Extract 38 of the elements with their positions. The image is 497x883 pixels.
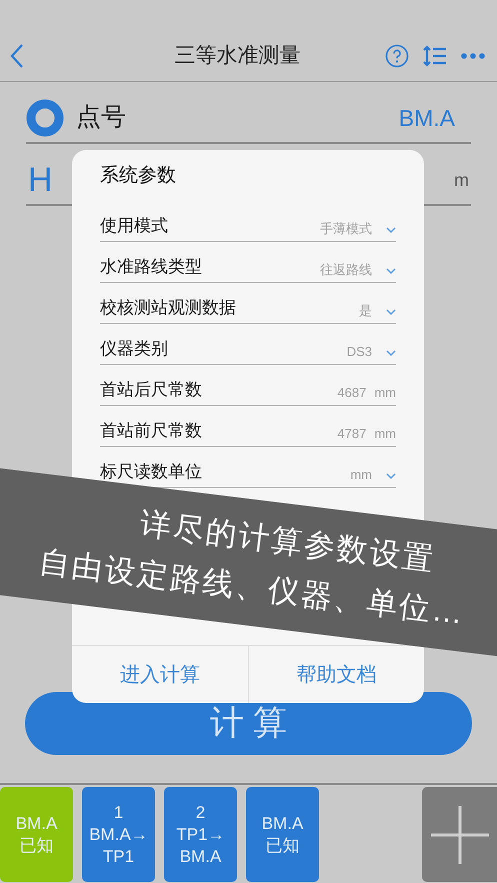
back-icon — [10, 42, 24, 68]
setting-label: 校核测站观测数据 — [100, 297, 236, 319]
setting-value[interactable]: 4787 — [337, 424, 366, 444]
setting-value[interactable]: DS3 — [346, 342, 372, 362]
setting-value[interactable]: 往返路线 — [320, 260, 372, 280]
dropdown-icon[interactable] — [386, 226, 396, 234]
plus-icon — [430, 806, 488, 864]
help-icon[interactable] — [385, 44, 409, 68]
setting-unit: mm — [374, 425, 396, 443]
sort-list-icon[interactable] — [423, 44, 447, 66]
setting-label: 标尺读数单位 — [100, 461, 202, 483]
setting-label: 使用模式 — [100, 215, 168, 237]
point-value[interactable]: BM.A — [398, 100, 455, 136]
setting-value[interactable]: 手薄模式 — [320, 219, 372, 238]
setting-label: 首站前尺常数 — [100, 420, 202, 442]
setting-unit: mm — [374, 384, 396, 402]
station-tile[interactable]: BM.A 已知 — [0, 787, 73, 882]
setting-value[interactable]: mm — [350, 465, 372, 484]
setting-label: 首站后尺常数 — [100, 379, 202, 401]
setting-value[interactable]: 4687 — [337, 383, 366, 402]
height-unit: m — [454, 168, 469, 192]
page-title: 三等水准测量 — [174, 42, 300, 69]
station-tile[interactable]: 1 BM.A→ TP1 — [82, 787, 155, 882]
more-icon[interactable] — [461, 52, 485, 58]
dropdown-icon[interactable] — [386, 350, 396, 356]
setting-value[interactable]: 是 — [359, 301, 372, 320]
station-tile[interactable]: 2 TP1→ BM.A — [164, 787, 237, 882]
dropdown-icon[interactable] — [386, 308, 396, 316]
station-tile[interactable]: BM.A 已知 — [246, 787, 319, 882]
dialog-title: 系统参数 — [100, 164, 176, 188]
setting-label: 水准路线类型 — [100, 256, 202, 278]
add-button[interactable] — [422, 787, 497, 882]
point-label: 点号 — [76, 102, 126, 134]
height-label: H — [28, 160, 53, 200]
dropdown-icon[interactable] — [386, 268, 396, 274]
setting-label: 仪器类别 — [100, 338, 168, 360]
dropdown-icon[interactable] — [386, 472, 396, 480]
ring-icon — [26, 99, 64, 137]
